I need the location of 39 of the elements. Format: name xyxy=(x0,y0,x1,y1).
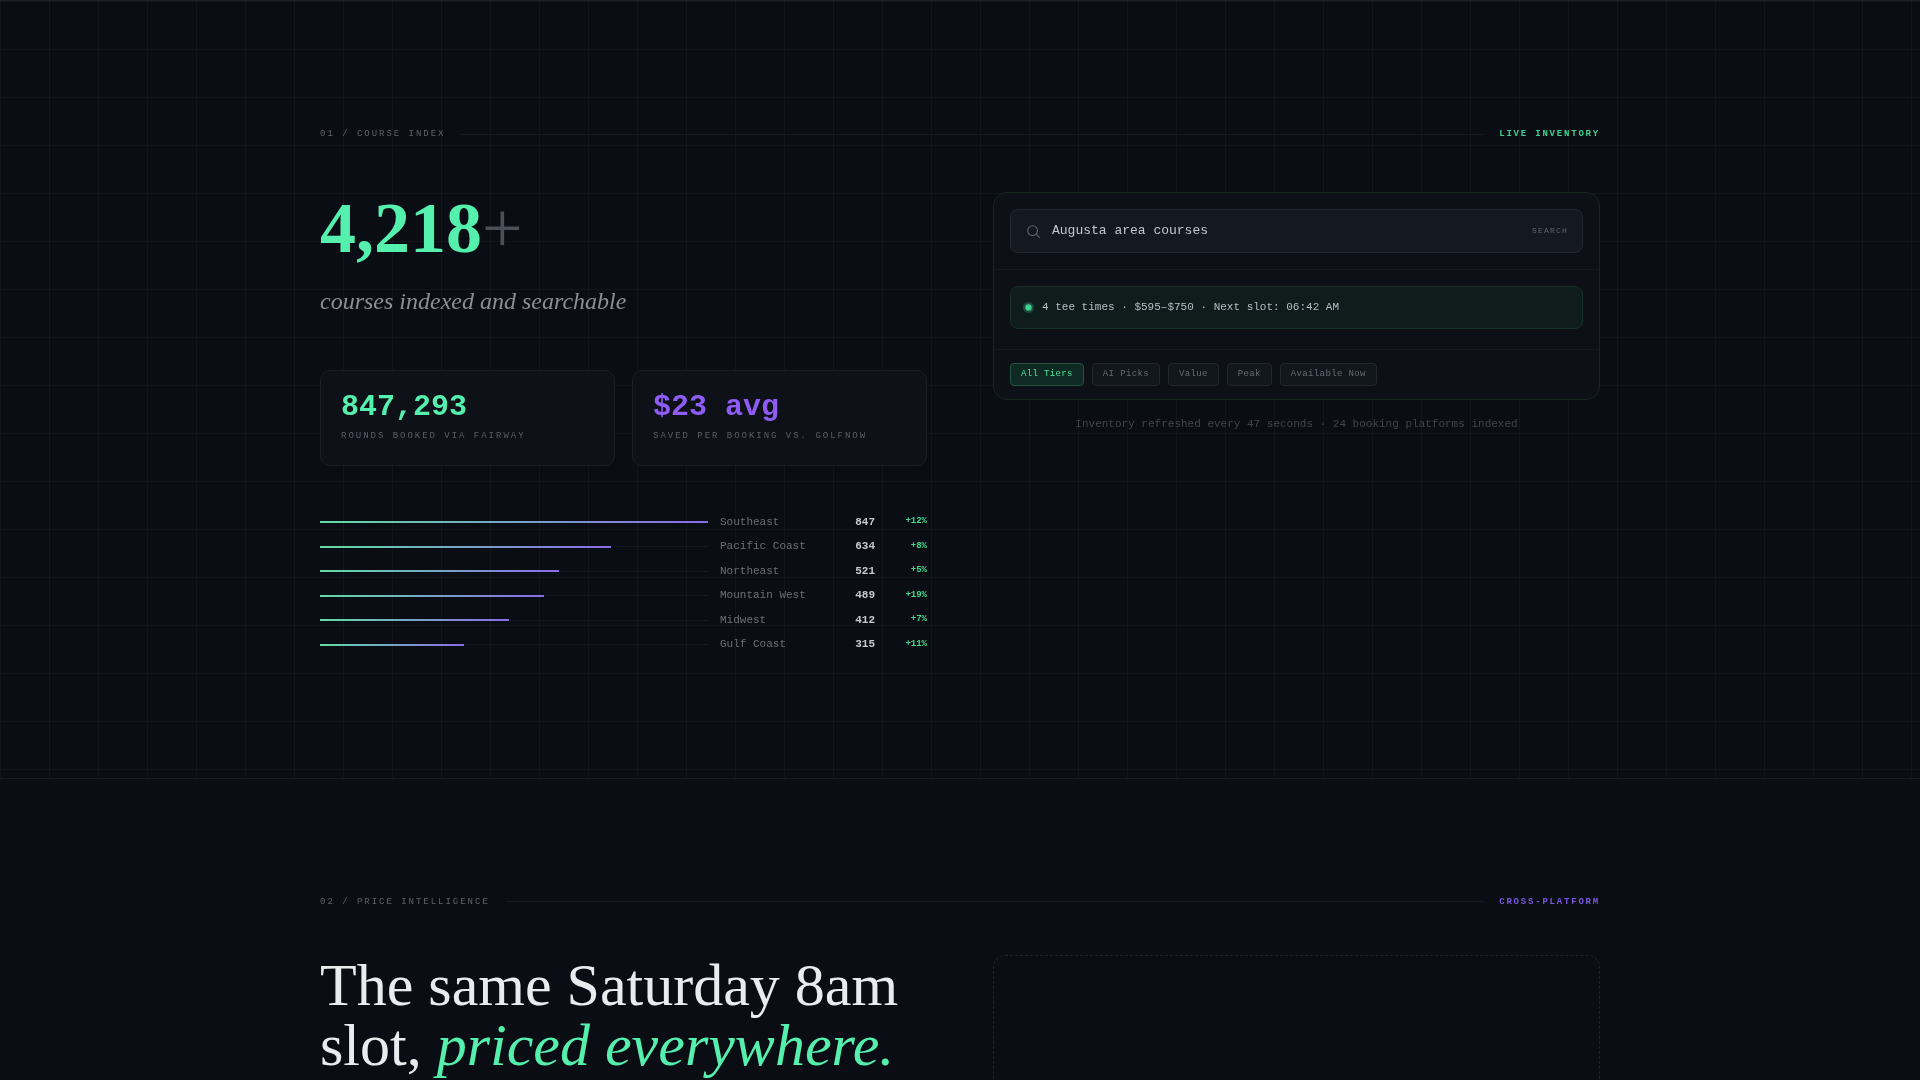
search-button[interactable]: SEARCH xyxy=(1532,225,1568,237)
search-icon xyxy=(1027,224,1040,238)
course-count-caption: courses indexed and searchable xyxy=(320,287,628,316)
region-change: +8% xyxy=(909,539,927,553)
region-change: +11% xyxy=(904,637,927,651)
region-count: 315 xyxy=(854,637,875,653)
region-count: 634 xyxy=(854,539,875,555)
section-label: 01 / COURSE INDEX xyxy=(320,128,446,141)
region-count: 412 xyxy=(854,612,875,628)
section-headline: The same Saturday 8am slot, priced everywhere. xyxy=(320,954,900,1079)
region-change: +7% xyxy=(909,613,927,627)
region-count: 489 xyxy=(854,588,875,604)
filter-chip[interactable]: Value xyxy=(1167,363,1219,386)
region-name: Gulf Coast xyxy=(720,637,787,653)
region-name: Midwest xyxy=(720,612,768,628)
status-dot-icon xyxy=(1023,302,1034,313)
course-count: 4,218+ xyxy=(320,192,524,264)
section-tag: LIVE INVENTORY xyxy=(1499,127,1600,141)
section-label: 02 / PRICE INTELLIGENCE xyxy=(320,895,490,909)
filter-chip[interactable]: AI Picks xyxy=(1091,363,1160,386)
region-change: +5% xyxy=(909,564,927,578)
region-name: Mountain West xyxy=(720,588,807,604)
stat-label: ROUNDS BOOKED VIA FAIRWAY xyxy=(341,429,527,442)
stat-label: SAVED PER BOOKING VS. GOLFNOW xyxy=(653,429,869,442)
region-change: +19% xyxy=(904,588,927,602)
result-text: 4 tee times · $595–$750 · Next slot: 06:42 AM xyxy=(1042,300,1340,316)
region-change: +12% xyxy=(904,515,927,529)
filter-chip[interactable]: Peak xyxy=(1226,363,1272,386)
filter-chip[interactable]: All Tiers xyxy=(1010,363,1084,386)
search-field[interactable]: Augusta area courses SEARCH xyxy=(1010,209,1583,253)
section-tag: CROSS-PLATFORM xyxy=(1499,894,1600,909)
stat-value: 847,293 xyxy=(341,390,469,424)
region-name: Southeast xyxy=(720,514,781,530)
filter-chip[interactable]: Available Now xyxy=(1279,363,1377,386)
region-count: 847 xyxy=(854,514,875,530)
region-name: Northeast xyxy=(720,563,781,579)
stat-value: $23 avg xyxy=(653,390,781,424)
region-count: 521 xyxy=(854,563,875,579)
region-name: Pacific Coast xyxy=(720,539,807,555)
